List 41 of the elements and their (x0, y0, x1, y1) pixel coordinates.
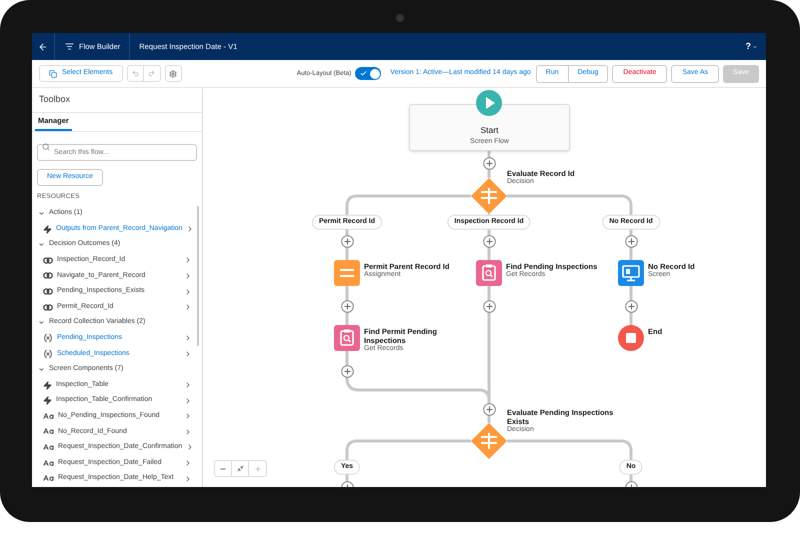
linked-circles-icon (43, 272, 53, 280)
add-element-button[interactable] (340, 300, 354, 312)
filter-lines-icon (65, 42, 74, 51)
text-case-icon (43, 458, 54, 469)
text-case-icon (43, 442, 54, 453)
chevron-down-icon (38, 366, 45, 373)
add-element-button[interactable] (482, 402, 496, 416)
redo-icon (148, 70, 156, 77)
lightning-icon (43, 396, 52, 406)
lightning-icon (43, 380, 52, 390)
lightning-icon (43, 224, 52, 234)
diagonal-arrows-icon (236, 465, 244, 472)
undo-icon (132, 70, 139, 77)
variable-icon (43, 348, 53, 359)
plus-icon (254, 464, 262, 472)
add-element-button[interactable] (624, 234, 638, 248)
back-arrow-icon (38, 42, 48, 52)
settings-button[interactable] (164, 65, 182, 82)
variable-icon (43, 333, 53, 344)
text-case-icon (43, 410, 54, 422)
node-title: Start (480, 124, 498, 137)
chevron-down-icon (38, 241, 45, 248)
add-element-button[interactable] (340, 364, 354, 378)
add-element-button[interactable] (482, 156, 496, 170)
caret-icon (752, 44, 758, 50)
add-element-button[interactable] (340, 234, 354, 248)
help-button[interactable]: ? (746, 40, 758, 54)
check-icon (360, 70, 367, 77)
linked-circles-icon (43, 256, 53, 264)
settings-icon (169, 70, 178, 78)
linked-circles-icon (43, 288, 53, 296)
linked-circles-icon (43, 304, 53, 311)
search-icon (42, 142, 50, 150)
chevron-down-icon (38, 210, 45, 218)
stacked-squares-icon (49, 70, 57, 78)
add-element-button[interactable] (482, 234, 496, 248)
chevron-down-icon (38, 319, 45, 326)
add-element-button[interactable] (482, 300, 496, 312)
panel-title: Toolbox (39, 93, 70, 106)
auto-layout-toggle[interactable] (355, 67, 382, 80)
add-element-button[interactable] (624, 300, 638, 312)
